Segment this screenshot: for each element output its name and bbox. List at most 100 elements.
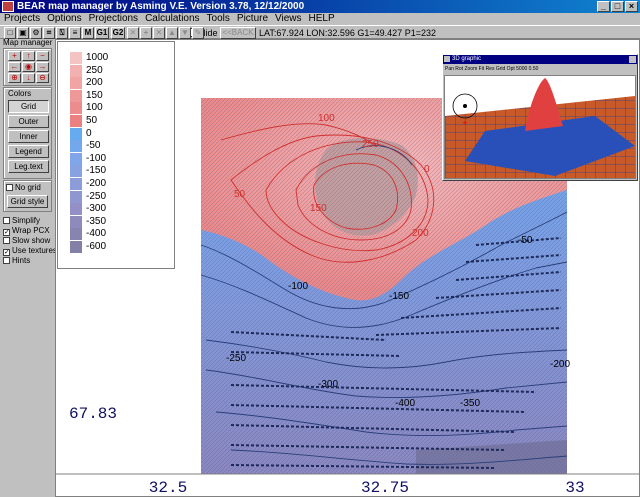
legend-entry: -300 <box>68 203 168 216</box>
legend-label: 150 <box>86 89 103 101</box>
checkbox-box[interactable]: ✓ <box>3 249 10 256</box>
legend-swatch <box>70 203 82 216</box>
magnify-minus-icon[interactable]: ⊖ <box>36 73 49 83</box>
checkbox-box[interactable] <box>3 217 10 224</box>
coordinate-status: LAT:67.924 LON:32.596 G1=49.427 P1=232 <box>259 28 436 38</box>
latitude-label: 67.83 <box>69 405 117 423</box>
tool-m-button[interactable]: M <box>82 27 94 39</box>
compass-plus-icon: + <box>462 118 467 128</box>
list-button[interactable]: ≡ <box>69 27 81 39</box>
legend-swatch <box>70 77 82 90</box>
legend-swatch <box>70 165 82 178</box>
legend-swatch <box>70 102 82 115</box>
menu-bar: Projects Options Projections Calculations To… <box>0 13 640 25</box>
overview-close-icon[interactable] <box>629 56 636 63</box>
arrow-left-icon[interactable]: ← <box>8 62 21 72</box>
minimize-button[interactable]: _ <box>597 1 610 12</box>
use-textures-checkbox[interactable]: ✓ Use textures <box>0 246 57 256</box>
legend-color-button[interactable]: Legend <box>8 145 49 158</box>
checkbox-box[interactable] <box>3 257 10 264</box>
contour-label: -50 <box>518 235 533 246</box>
legend-label: 100 <box>86 102 103 114</box>
slow-show-checkbox[interactable]: Slow show <box>0 236 55 246</box>
legend-label: 1000 <box>86 52 109 63</box>
overview-3d-view[interactable]: + <box>444 75 636 179</box>
close-button[interactable]: × <box>625 1 638 12</box>
add-button[interactable]: + <box>140 27 152 39</box>
menu-item-calculations[interactable]: Calculations <box>145 13 199 24</box>
menu-item-projects[interactable]: Projects <box>4 13 40 24</box>
contour-label: -150 <box>389 291 409 302</box>
print-button[interactable]: ⍂ <box>56 27 68 39</box>
legend-label: -300 <box>86 203 107 215</box>
outer-color-button[interactable]: Outer <box>8 115 49 128</box>
zoom-in-icon[interactable]: + <box>8 51 21 61</box>
longitude-label: 32.75 <box>361 479 409 497</box>
maximize-button[interactable]: □ <box>611 1 624 12</box>
up-button[interactable]: ▲ <box>166 27 178 39</box>
leg-text-color-button[interactable]: Leg.text <box>8 160 49 173</box>
legend-entry: 200 <box>68 77 168 90</box>
panel-title: Map manager <box>3 38 53 47</box>
menu-item-projections[interactable]: Projections <box>89 13 138 24</box>
legend-label: 200 <box>86 77 103 89</box>
no-grid-label: No grid <box>15 183 41 192</box>
tool-g1-button[interactable]: G1 <box>95 27 109 39</box>
menu-item-picture[interactable]: Picture <box>237 13 268 24</box>
pencil-button[interactable]: ✎ <box>192 27 204 39</box>
grid-group: No grid Grid style <box>3 180 52 212</box>
grid-style-button[interactable]: Grid style <box>7 195 48 208</box>
contour-label: 50 <box>234 189 246 200</box>
menu-item-views[interactable]: Views <box>275 13 302 24</box>
longitude-label: 32.5 <box>149 479 187 497</box>
legend-entry: -50 <box>68 140 168 153</box>
no-grid-checkbox[interactable]: No grid <box>6 183 49 193</box>
overview-toolbar[interactable]: Pan Rot Zoom Fit Res Grid Opt 5000 0.50 <box>443 64 637 74</box>
simplify-checkbox[interactable]: Simplify <box>0 216 55 226</box>
arrow-up-icon[interactable]: ↑ <box>22 51 35 61</box>
down-button[interactable]: ▼ <box>179 27 191 39</box>
contour-label: -300 <box>318 379 338 390</box>
legend-label: -50 <box>86 140 101 152</box>
legend-entry: 150 <box>68 89 168 102</box>
hints-checkbox[interactable]: Hints <box>0 256 55 266</box>
magnify-plus-icon[interactable]: ⊕ <box>8 73 21 83</box>
delete-button[interactable]: ✕ <box>153 27 165 39</box>
app-icon[interactable] <box>2 1 14 12</box>
arrow-down-icon[interactable]: ↓ <box>22 73 35 83</box>
overview-3d-window[interactable]: 3D graphic Pan Rot Zoom Fit Res Grid Opt… <box>442 54 638 181</box>
center-icon[interactable]: ◉ <box>22 62 35 72</box>
contour-label: 250 <box>362 139 379 150</box>
legend-swatch <box>70 241 82 253</box>
longitude-label: 33 <box>565 479 584 497</box>
zoom-out-icon[interactable]: − <box>36 51 49 61</box>
inner-color-button[interactable]: Inner <box>8 130 49 143</box>
contour-label: 100 <box>318 113 335 124</box>
legend[interactable]: 1000 250 200 150 100 50 0 -50 -100 -150 -200 -250 -3… <box>57 41 175 269</box>
contour-label: -200 <box>550 359 570 370</box>
map-canvas[interactable]: 100 250 0 50 150 200 -50 -100 -150 -250 -200 -300 -4… <box>55 39 640 497</box>
contour-label: -250 <box>226 353 246 364</box>
close-button[interactable]: ✕ <box>127 27 139 39</box>
arrow-right-icon[interactable]: → <box>36 62 49 72</box>
no-grid-box[interactable] <box>6 184 13 191</box>
menu-item-help[interactable]: HELP <box>309 13 335 24</box>
menu-item-tools[interactable]: Tools <box>207 13 230 24</box>
back-button[interactable]: <<BACK <box>220 27 256 39</box>
legend-swatch <box>70 152 82 165</box>
colors-title: Colors <box>8 89 32 98</box>
legend-label: 250 <box>86 64 103 76</box>
checkbox-box[interactable] <box>3 237 10 244</box>
legend-label: -400 <box>86 228 107 240</box>
menu-item-options[interactable]: Options <box>47 13 81 24</box>
checkbox-label: Wrap PCX <box>12 226 50 235</box>
legend-entry: 1000 <box>68 52 168 64</box>
tool-g2-button[interactable]: G2 <box>111 27 125 39</box>
overview-title-bar[interactable]: 3D graphic <box>443 55 637 64</box>
checkbox-box[interactable]: ✓ <box>3 229 10 236</box>
contour-label: 0 <box>424 164 430 175</box>
grid-color-button[interactable]: Grid <box>8 100 49 113</box>
wrap-pcx-checkbox[interactable]: ✓ Wrap PCX <box>0 226 55 236</box>
contour-label: 150 <box>310 203 327 214</box>
legend-label: 50 <box>86 115 98 126</box>
